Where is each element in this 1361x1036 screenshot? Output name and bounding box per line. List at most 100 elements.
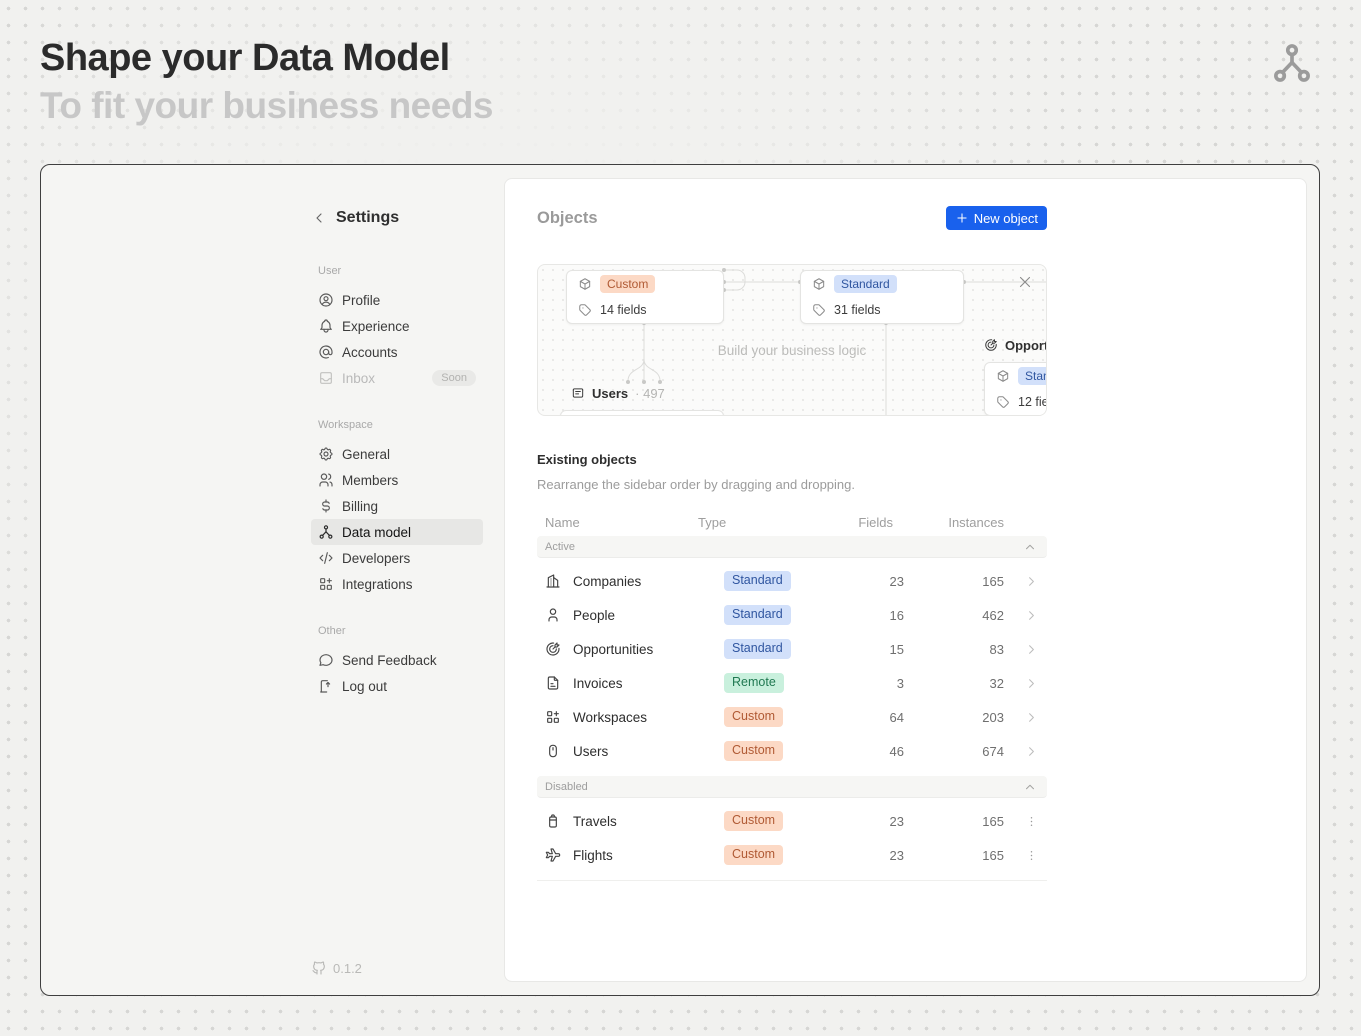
sidebar-item-label: Experience [342, 319, 410, 334]
chevron-right-icon[interactable] [1024, 642, 1039, 657]
diagram-node-standard[interactable]: Standard 31 fields [800, 270, 964, 324]
type-badge: Standard [724, 571, 791, 592]
sidebar-item-label: General [342, 447, 390, 462]
type-badge: Remote [724, 673, 784, 694]
chevron-right-icon[interactable] [1024, 608, 1039, 623]
page-title: Shape your Data Model [40, 36, 493, 82]
group-header-disabled[interactable]: Disabled [537, 776, 1047, 798]
chevron-right-icon[interactable] [1024, 744, 1039, 759]
section-label-user: User [311, 263, 483, 279]
panel-title: Objects [537, 209, 598, 228]
building-icon [545, 573, 561, 589]
table-row-flights[interactable]: Flights Custom 23 165 [537, 838, 1047, 872]
fields-count: 3 [834, 676, 904, 691]
dots-vertical-icon[interactable] [1024, 848, 1039, 863]
sidebar-item-inbox: Inbox Soon [311, 365, 483, 391]
banner-caption: Build your business logic [538, 343, 1046, 358]
instances-count: 165 [904, 574, 1004, 589]
object-name: Flights [573, 848, 613, 863]
chevron-right-icon[interactable] [1024, 574, 1039, 589]
sidebar-item-developers[interactable]: Developers [311, 545, 483, 571]
box-icon [996, 369, 1010, 383]
table-row-invoices[interactable]: Invoices Remote 3 32 [537, 666, 1047, 700]
sidebar-item-profile[interactable]: Profile [311, 287, 483, 313]
object-name: Companies [573, 574, 641, 589]
close-banner-button[interactable] [1016, 273, 1034, 291]
object-name: Workspaces [573, 710, 647, 725]
type-badge: Standard [724, 605, 791, 626]
hierarchy-icon [318, 524, 334, 540]
file-icon [545, 675, 561, 691]
diagram-node-custom[interactable]: Custom 14 fields [566, 270, 724, 324]
dollar-icon [318, 498, 334, 514]
plus-icon [955, 211, 969, 225]
fields-count: 23 [834, 814, 904, 829]
sidebar-item-log-out[interactable]: Log out [311, 673, 483, 699]
group-label: Disabled [545, 781, 588, 793]
tag-icon [812, 303, 826, 317]
sidebar-item-accounts[interactable]: Accounts [311, 339, 483, 365]
instances-count: 165 [904, 814, 1004, 829]
type-badge: Standard [1018, 367, 1047, 385]
objects-table: Name Type Fields Instances Active Compan… [537, 508, 1047, 881]
group-header-active[interactable]: Active [537, 536, 1047, 558]
section-label-workspace: Workspace [311, 417, 483, 433]
object-name: Users [573, 744, 608, 759]
sidebar-item-members[interactable]: Members [311, 467, 483, 493]
sidebar-item-experience[interactable]: Experience [311, 313, 483, 339]
github-icon[interactable] [311, 960, 327, 976]
fields-count: 15 [834, 642, 904, 657]
table-row-travels[interactable]: Travels Custom 23 165 [537, 804, 1047, 838]
node-count: 497 [643, 386, 665, 401]
sidebar-item-billing[interactable]: Billing [311, 493, 483, 519]
chevron-right-icon[interactable] [1024, 710, 1039, 725]
sidebar-item-label: Integrations [342, 577, 413, 592]
type-badge: Custom [724, 741, 783, 762]
fields-count: 64 [834, 710, 904, 725]
instances-count: 83 [904, 642, 1004, 657]
group-label: Active [545, 541, 575, 553]
new-object-button[interactable]: New object [946, 206, 1047, 230]
section-label-other: Other [311, 623, 483, 639]
type-badge: Custom [724, 845, 783, 866]
sidebar-item-label: Developers [342, 551, 410, 566]
sidebar-item-label: Members [342, 473, 398, 488]
sidebar-item-label: Log out [342, 679, 387, 694]
inbox-icon [318, 370, 334, 386]
device-icon [545, 743, 561, 759]
message-icon [318, 652, 334, 668]
sidebar-item-integrations[interactable]: Integrations [311, 571, 483, 597]
fields-count: 31 fields [834, 303, 881, 317]
table-row-users[interactable]: Users Custom 46 674 [537, 734, 1047, 768]
table-header: Name Type Fields Instances [537, 508, 1047, 536]
settings-back-button[interactable]: Settings [311, 207, 483, 229]
page-subtitle: To fit your business needs [40, 84, 493, 128]
object-name: Invoices [573, 676, 623, 691]
data-model-banner: Custom 14 fields Standard 31 fi [537, 264, 1047, 416]
instances-count: 165 [904, 848, 1004, 863]
chevron-up-icon[interactable] [1023, 780, 1037, 794]
table-row-workspaces[interactable]: Workspaces Custom 64 203 [537, 700, 1047, 734]
box-icon [578, 277, 592, 291]
dots-vertical-icon[interactable] [1024, 814, 1039, 829]
table-row-people[interactable]: People Standard 16 462 [537, 598, 1047, 632]
chevron-up-icon[interactable] [1023, 540, 1037, 554]
instances-count: 462 [904, 608, 1004, 623]
version-number: 0.1.2 [333, 961, 362, 976]
apps-icon [318, 576, 334, 592]
users-icon [318, 472, 334, 488]
sidebar-item-general[interactable]: General [311, 441, 483, 467]
sidebar-item-data-model[interactable]: Data model [311, 519, 483, 545]
diagram-node-users[interactable]: Users · 497 [560, 384, 724, 416]
close-icon [1016, 273, 1034, 291]
instances-count: 32 [904, 676, 1004, 691]
type-badge: Custom [724, 811, 783, 832]
column-instances: Instances [904, 515, 1004, 530]
chevron-right-icon[interactable] [1024, 676, 1039, 691]
table-row-companies[interactable]: Companies Standard 23 165 [537, 564, 1047, 598]
sidebar-item-send-feedback[interactable]: Send Feedback [311, 647, 483, 673]
fields-count: 23 [834, 848, 904, 863]
data-model-graph-icon [1270, 40, 1314, 86]
table-row-opportunities[interactable]: Opportunities Standard 15 83 [537, 632, 1047, 666]
chevron-left-icon [311, 210, 327, 226]
